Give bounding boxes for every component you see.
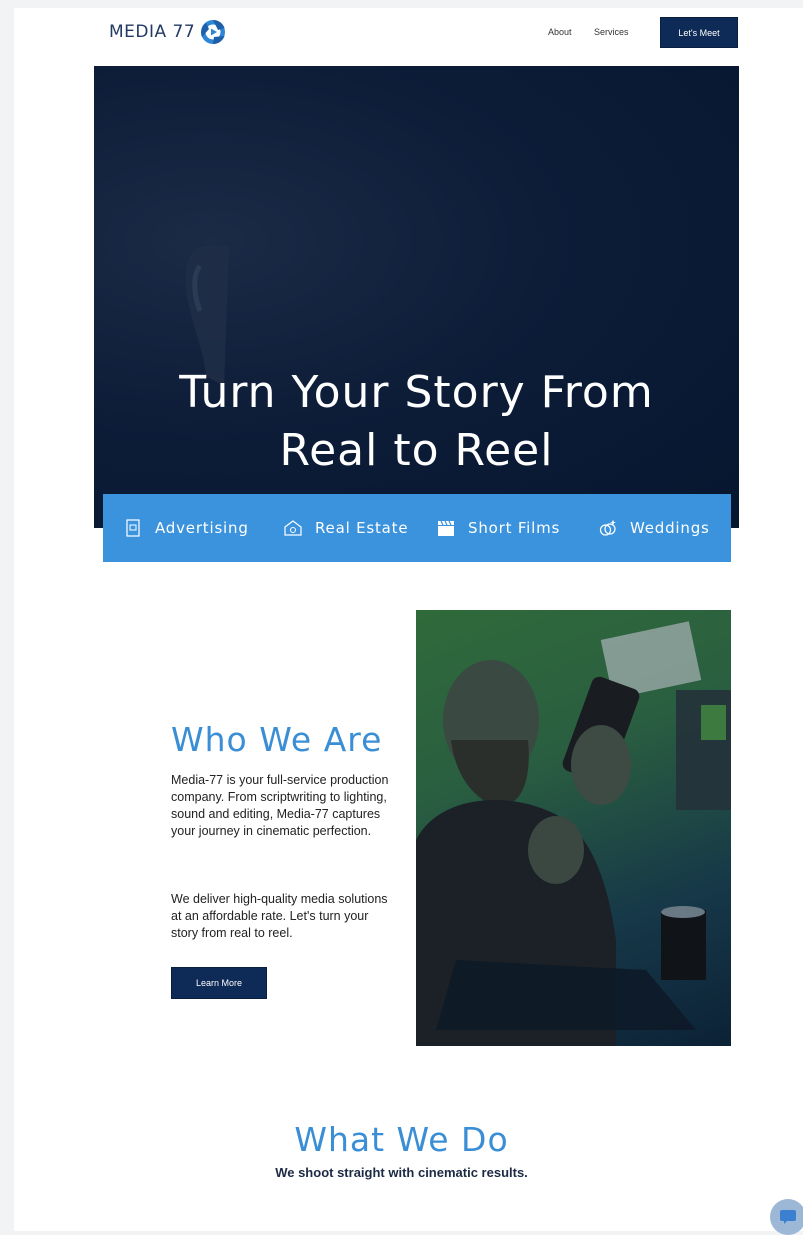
service-real-estate[interactable]: Real Estate [283, 494, 408, 562]
hero-title-line-2: Real to Reel [279, 425, 554, 476]
service-label: Real Estate [315, 519, 409, 537]
lets-meet-button[interactable]: Let's Meet [660, 17, 738, 48]
service-label: Short Films [468, 519, 561, 537]
rings-icon [599, 520, 616, 536]
chat-icon [780, 1210, 796, 1224]
logo-text: MEDIA 77 [109, 22, 196, 42]
who-we-are-heading: Who We Are [171, 720, 383, 759]
house-icon [284, 520, 302, 536]
logo[interactable]: MEDIA 77 [109, 19, 226, 45]
hero-title: Turn Your Story From Real to Reel [94, 364, 739, 480]
nav-services[interactable]: Services [594, 27, 629, 37]
hero-title-line-1: Turn Your Story From [179, 367, 654, 418]
service-label: Advertising [155, 519, 249, 537]
service-advertising[interactable]: Advertising [123, 494, 249, 562]
who-paragraph-1: Media-77 is your full-service production… [171, 773, 389, 838]
clapperboard-icon [438, 520, 454, 536]
service-short-films[interactable]: Short Films [436, 494, 560, 562]
services-bar: Advertising Real Estate Short Films Wedd… [103, 494, 731, 562]
who-paragraph-2: We deliver high-quality media solutions … [171, 892, 388, 940]
what-we-do-heading: What We Do [294, 1120, 509, 1159]
service-label: Weddings [630, 519, 710, 537]
team-photo [416, 610, 731, 1046]
nav-about[interactable]: About [548, 27, 572, 37]
hero-banner: Turn Your Story From Real to Reel [94, 66, 739, 528]
photo-illustration [416, 621, 731, 1046]
site-header: MEDIA 77 About Services Let's Meet [14, 8, 803, 66]
aperture-play-icon [201, 19, 226, 45]
document-icon [126, 519, 140, 537]
page: MEDIA 77 About Services Let's Meet Turn … [14, 8, 803, 1235]
learn-more-button[interactable]: Learn More [171, 967, 267, 999]
chat-widget-button[interactable] [770, 1199, 803, 1235]
what-we-do-subtitle: We shoot straight with cinematic results… [275, 1165, 528, 1180]
service-weddings[interactable]: Weddings [598, 494, 710, 562]
